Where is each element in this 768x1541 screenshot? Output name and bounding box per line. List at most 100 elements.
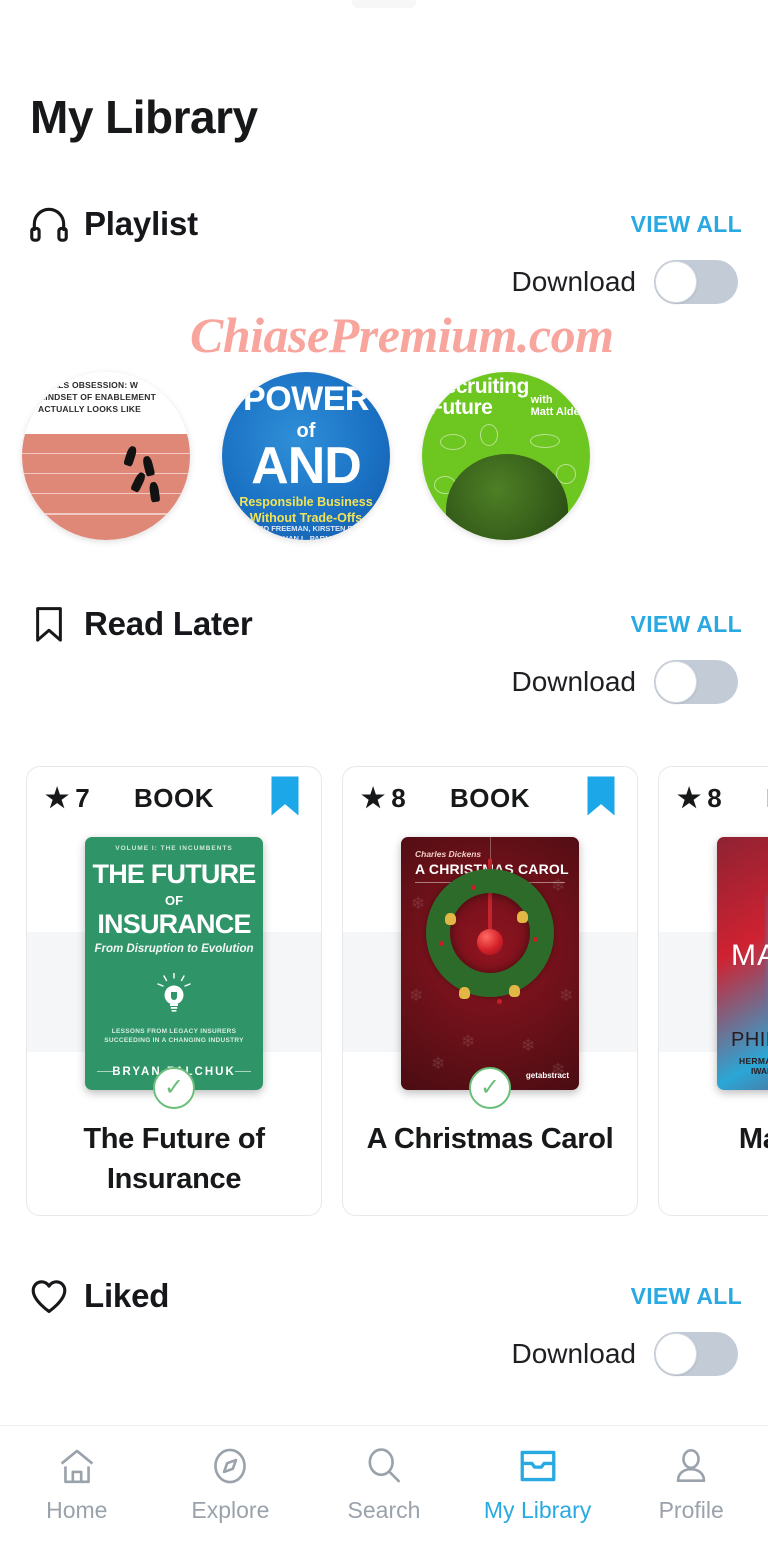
download-label: Download — [511, 266, 636, 297]
person-icon — [669, 1444, 713, 1488]
bookmark-toggle-icon[interactable] — [267, 775, 303, 822]
nav-label: My Library — [483, 1496, 592, 1523]
view-all-liked[interactable]: VIEW ALL — [631, 1283, 742, 1310]
card-title: Marketing — [738, 1123, 768, 1155]
compass-icon — [208, 1444, 252, 1488]
cover-author: Charles Dickens — [415, 849, 482, 859]
cover-author-line2: HERMAWAN — [739, 1056, 768, 1066]
download-toggle-playlist[interactable] — [654, 260, 738, 304]
headphones-icon — [26, 201, 72, 247]
cover-title-line2: INSURANCE — [97, 909, 251, 939]
bookmark-toggle-icon[interactable] — [583, 775, 619, 822]
page-title: My Library — [30, 91, 258, 143]
cover-text-line3: ACTUALLY LOOKS LIKE — [38, 404, 141, 414]
star-icon: ★ — [361, 782, 386, 813]
book-card[interactable]: ★ 8 BOOK MA PHIL HERMAWAN IWAN — [658, 766, 768, 1216]
download-row-playlist: Download — [0, 252, 768, 312]
section-title: Playlist — [84, 205, 198, 242]
cover-subtitle-1: Responsible Business — [239, 495, 373, 509]
completed-check-icon: ✓ — [469, 1067, 511, 1109]
rating-badge: ★ 8 — [677, 783, 722, 814]
cover-title-line2: Future — [430, 396, 493, 419]
cover-volume: VOLUME I: THE INCUMBENTS — [115, 845, 233, 852]
nav-item-home[interactable]: Home — [0, 1426, 154, 1541]
book-card[interactable]: ★ 7 BOOK VOLUME I: THE INCUMBENTS THE FU… — [26, 766, 322, 1216]
library-tray-icon — [516, 1444, 560, 1488]
star-icon: ★ — [45, 782, 70, 813]
book-cover: ❄ ❄ ❄ ❄ ❄ ❄ ❄ ❄ Charles Dickens A CHRIST… — [401, 837, 579, 1090]
cover-insurance: VOLUME I: THE INCUMBENTS THE FUTURE OF I… — [85, 837, 263, 1090]
playlist-item[interactable]: POWER of AND Responsible Business Withou… — [222, 372, 390, 540]
section-title: Read Later — [84, 605, 253, 642]
download-row-liked: Download — [0, 1324, 768, 1384]
card-title: A Christmas Carol — [366, 1123, 614, 1155]
section-read-later: Read Later VIEW ALL Download — [0, 596, 768, 712]
my-library-screen: My Library Playlist VIEW ALL Download Ch… — [0, 0, 768, 1541]
cover-author-line3: IWAN — [751, 1066, 768, 1076]
read-later-card-list: ★ 7 BOOK VOLUME I: THE INCUMBENTS THE FU… — [26, 766, 768, 1216]
download-toggle-read-later[interactable] — [654, 660, 738, 704]
star-icon: ★ — [677, 782, 702, 813]
watermark: ChiasePremium.com — [190, 307, 614, 363]
playlist-item[interactable]: Recruiting Future with Matt Alder — [422, 372, 590, 540]
nav-item-explore[interactable]: Explore — [154, 1426, 308, 1541]
playlist-thumbnail-strip: SKILLS OBSESSION: W MINDSET OF ENABLEMEN… — [22, 372, 590, 540]
bookmark-icon — [26, 601, 72, 647]
cover-text-line1: SKILLS OBSESSION: W — [38, 380, 139, 390]
card-header: ★ 7 BOOK — [27, 767, 321, 829]
completed-check-icon: ✓ — [153, 1067, 195, 1109]
cover-with-label: with — [530, 394, 553, 406]
rating-badge: ★ 8 — [361, 783, 406, 814]
nav-item-profile[interactable]: Profile — [614, 1426, 768, 1541]
cover-marketing: MA PHIL HERMAWAN IWAN — [717, 837, 768, 1090]
cover-green-future: Recruiting Future with Matt Alder — [422, 372, 590, 540]
cover-author-fragment: PHIL — [731, 1029, 768, 1051]
cover-title-line1: Recruiting — [430, 375, 529, 398]
heart-icon — [26, 1273, 72, 1319]
rating-value: 8 — [707, 782, 722, 813]
bottom-navigation: Home Explore Search My Library Profile — [0, 1425, 768, 1541]
cover-authors-1: R. EDWARD FREEMAN, KIRSTEN E. MARTIN — [226, 524, 386, 533]
download-label: Download — [511, 1338, 636, 1369]
lightbulb-icon — [157, 972, 191, 1015]
home-icon — [55, 1444, 99, 1488]
cover-word-and: AND — [251, 437, 362, 495]
status-bar-artifact — [352, 0, 416, 8]
rating-value: 8 — [391, 782, 406, 813]
view-all-playlist[interactable]: VIEW ALL — [631, 211, 742, 238]
card-header: ★ 8 BOOK — [343, 767, 637, 829]
cover-christmas-carol: ❄ ❄ ❄ ❄ ❄ ❄ ❄ ❄ Charles Dickens A CHRIST… — [401, 837, 579, 1090]
playlist-item[interactable]: SKILLS OBSESSION: W MINDSET OF ENABLEMEN… — [22, 372, 190, 540]
cover-host: Matt Alder — [530, 406, 584, 418]
cover-word-power: POWER — [243, 380, 369, 418]
nav-label: Search — [347, 1496, 421, 1523]
cover-blob — [446, 454, 568, 540]
nav-item-my-library[interactable]: My Library — [461, 1426, 615, 1541]
cover-running-track: SKILLS OBSESSION: W MINDSET OF ENABLEMEN… — [22, 372, 190, 540]
cover-text-line2: MINDSET OF ENABLEMENT — [38, 392, 157, 402]
cover-title-line1: THE FUTURE — [92, 859, 257, 889]
section-header-playlist: Playlist VIEW ALL — [0, 196, 768, 252]
nav-label: Profile — [658, 1496, 724, 1523]
toggle-knob — [655, 1333, 697, 1375]
section-liked: Liked VIEW ALL Download — [0, 1268, 768, 1384]
nav-label: Home — [46, 1496, 108, 1523]
cover-title-fragment: MA — [731, 939, 768, 972]
book-card[interactable]: ★ 8 BOOK ❄ ❄ ❄ ❄ ❄ ❄ ❄ ❄ Charles Dickens… — [342, 766, 638, 1216]
section-header-liked: Liked VIEW ALL — [0, 1268, 768, 1324]
toggle-knob — [655, 261, 697, 303]
cover-subtitle: From Disruption to Evolution — [94, 943, 254, 955]
section-header-read-later: Read Later VIEW ALL — [0, 596, 768, 652]
nav-label: Explore — [191, 1496, 270, 1523]
card-title: The Future of Insurance — [83, 1123, 265, 1195]
rating-value: 7 — [75, 782, 90, 813]
publisher-logo: getabstract — [525, 1071, 569, 1080]
cover-lower-2: SUCCEEDING IN A CHANGING INDUSTRY — [104, 1037, 244, 1044]
view-all-read-later[interactable]: VIEW ALL — [631, 611, 742, 638]
card-header: ★ 8 BOOK — [659, 767, 768, 829]
cover-power-of-and: POWER of AND Responsible Business Withou… — [222, 372, 390, 540]
search-icon — [362, 1444, 406, 1488]
nav-item-search[interactable]: Search — [307, 1426, 461, 1541]
download-toggle-liked[interactable] — [654, 1332, 738, 1376]
book-cover: VOLUME I: THE INCUMBENTS THE FUTURE OF I… — [85, 837, 263, 1090]
